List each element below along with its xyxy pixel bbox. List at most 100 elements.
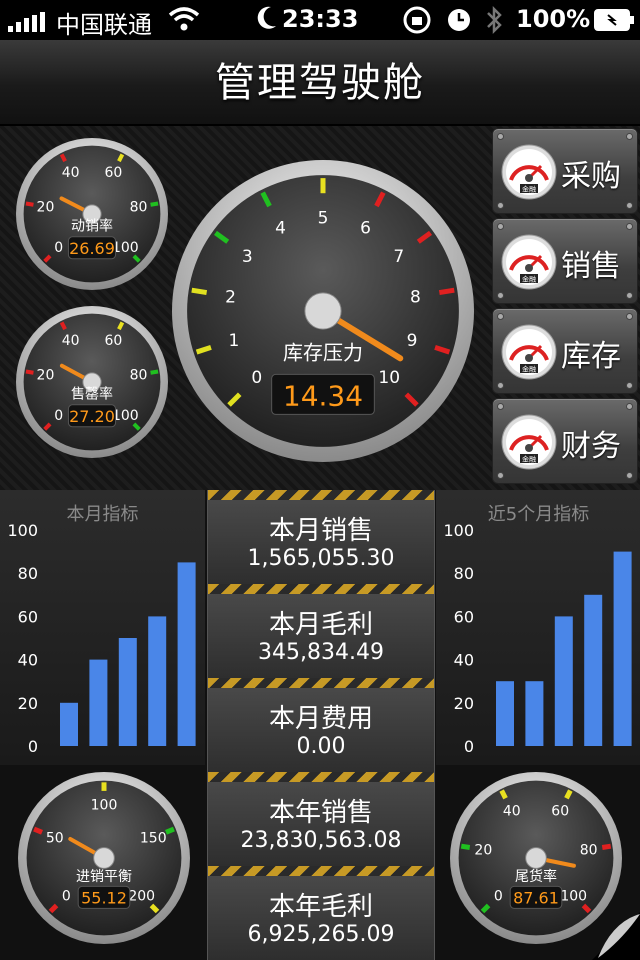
- gauge-scale-label: 5: [318, 208, 329, 228]
- sales-button[interactable]: 金融 销售: [492, 218, 638, 304]
- gauge-tick: [25, 369, 34, 375]
- y-tick-label: 0: [464, 737, 474, 756]
- panel-title: 本月费用: [268, 704, 373, 734]
- page-curl-icon[interactable]: [592, 912, 640, 960]
- gauge-badge: 金融: [522, 275, 536, 284]
- screw-decoration: [626, 133, 633, 140]
- panel-yearly-profit[interactable]: 本年毛利 6,925,265.09: [207, 866, 435, 960]
- panel-monthly-sales[interactable]: 本月销售 1,565,055.30: [207, 490, 435, 584]
- screw-decoration: [497, 223, 504, 230]
- gauge-scale-label: 4: [275, 219, 286, 239]
- gauge-scale-label: 100: [91, 798, 118, 814]
- panel-title: 本月毛利: [268, 610, 373, 640]
- panel-value: 345,834.49: [258, 640, 384, 665]
- bar: [496, 681, 514, 746]
- gauge-readout: 14.34: [283, 380, 363, 413]
- gauge-hub: [93, 847, 115, 869]
- gauge-tick: [33, 826, 43, 835]
- gauge-scale-label: 20: [37, 200, 55, 216]
- bar: [525, 681, 544, 746]
- gauge-scale-label: 20: [37, 368, 55, 384]
- inventory-button[interactable]: 金融 库存: [492, 308, 638, 394]
- finance-button[interactable]: 金融 财务: [492, 398, 638, 484]
- gauge-scale-label: 50: [46, 830, 64, 846]
- gauge-label: 尾货率: [515, 868, 557, 885]
- screw-decoration: [497, 382, 504, 389]
- nav-header: 管理驾驶舱: [0, 40, 640, 126]
- y-tick-label: 100: [7, 521, 38, 540]
- bar: [89, 659, 108, 746]
- five-month-indicator-chart: 近5个月指标 100 80 60 40 20 0: [436, 490, 640, 765]
- screw-decoration: [497, 403, 504, 410]
- bar: [584, 594, 603, 746]
- gauge-readout: 27.20: [69, 407, 115, 426]
- gauge-scale-label: 80: [130, 200, 148, 216]
- panel-value: 1,565,055.30: [247, 546, 395, 571]
- gauge-scale-label: 0: [54, 408, 63, 424]
- gauge-label: 库存压力: [283, 340, 363, 364]
- panel-title: 本月销售: [268, 516, 373, 546]
- alarm-icon: [446, 7, 472, 39]
- mini-gauge-icon: 金融: [501, 414, 557, 470]
- gauge-scale-label: 200: [128, 889, 155, 905]
- gauge-purchase-sales-balance: 0 50 100 150 200 进销平衡 55.12: [18, 772, 190, 944]
- gauge-label: 售罄率: [71, 386, 113, 403]
- monthly-indicator-chart: 本月指标 100 80 60 40 20 0: [0, 490, 205, 765]
- gauge-scale-label: 60: [551, 803, 569, 819]
- hazard-stripe: [208, 772, 434, 782]
- screw-decoration: [626, 403, 633, 410]
- gauge-tick: [191, 287, 208, 296]
- screw-decoration: [626, 472, 633, 479]
- gauge-tick: [601, 843, 612, 850]
- gauge-scale-label: 6: [360, 219, 371, 239]
- purchase-button[interactable]: 金融 采购: [492, 128, 638, 214]
- gauge-scale-label: 0: [62, 889, 71, 905]
- gauge-scale-label: 0: [54, 240, 63, 256]
- gauge-scale-label: 2: [225, 287, 236, 307]
- screw-decoration: [497, 313, 504, 320]
- bar: [148, 616, 167, 746]
- gauge-tick: [150, 369, 159, 375]
- bluetooth-icon: [484, 5, 504, 41]
- panel-title: 本年毛利: [268, 892, 373, 922]
- signal-icon: [8, 10, 48, 38]
- gauge-tick: [25, 201, 34, 207]
- gauge-tick: [499, 789, 508, 800]
- y-tick-label: 20: [454, 694, 474, 713]
- panel-value: 23,830,563.08: [240, 828, 402, 853]
- gauge-tick: [460, 843, 471, 850]
- gauge-sellout-rate: 02040 6080100售罄率27.20: [16, 306, 168, 458]
- gauge-tick: [564, 789, 573, 800]
- gauge-label: 进销平衡: [76, 869, 132, 885]
- gauge-tick: [165, 826, 175, 835]
- bar: [118, 638, 137, 746]
- panel-title: 本年销售: [268, 798, 373, 828]
- panel-value: 6,925,265.09: [247, 922, 395, 947]
- side-button-label: 库存: [561, 339, 621, 374]
- wifi-icon: [168, 6, 200, 38]
- gauge-scale-label: 100: [560, 889, 587, 905]
- gauge-readout: 87.61: [513, 889, 559, 908]
- gauge-scale-label: 10: [378, 368, 400, 388]
- panel-monthly-profit[interactable]: 本月毛利 345,834.49: [207, 584, 435, 678]
- gauge-sales-rate: 02040 6080100动销率26.69: [16, 138, 168, 290]
- hazard-stripe: [208, 866, 434, 876]
- gauge-tick: [438, 287, 455, 296]
- gauge-tick: [150, 201, 159, 207]
- panel-monthly-expense[interactable]: 本月费用 0.00: [207, 678, 435, 772]
- y-tick-label: 20: [18, 694, 38, 713]
- panel-yearly-sales[interactable]: 本年销售 23,830,563.08: [207, 772, 435, 866]
- gauge-scale-label: 1: [229, 331, 240, 351]
- hazard-stripe: [208, 490, 434, 500]
- battery-icon: [594, 9, 636, 37]
- screw-decoration: [626, 292, 633, 299]
- mini-gauge-icon: 金融: [501, 144, 557, 200]
- gauge-badge: 金融: [522, 455, 536, 464]
- y-tick-label: 60: [454, 607, 474, 626]
- bar: [60, 702, 78, 746]
- screw-decoration: [497, 472, 504, 479]
- gauge-badge: 金融: [522, 365, 536, 374]
- gauge-scale-label: 40: [62, 333, 80, 349]
- side-button-label: 财务: [561, 429, 621, 464]
- gauge-inventory-pressure: 012345678910库存压力14.34: [172, 160, 474, 462]
